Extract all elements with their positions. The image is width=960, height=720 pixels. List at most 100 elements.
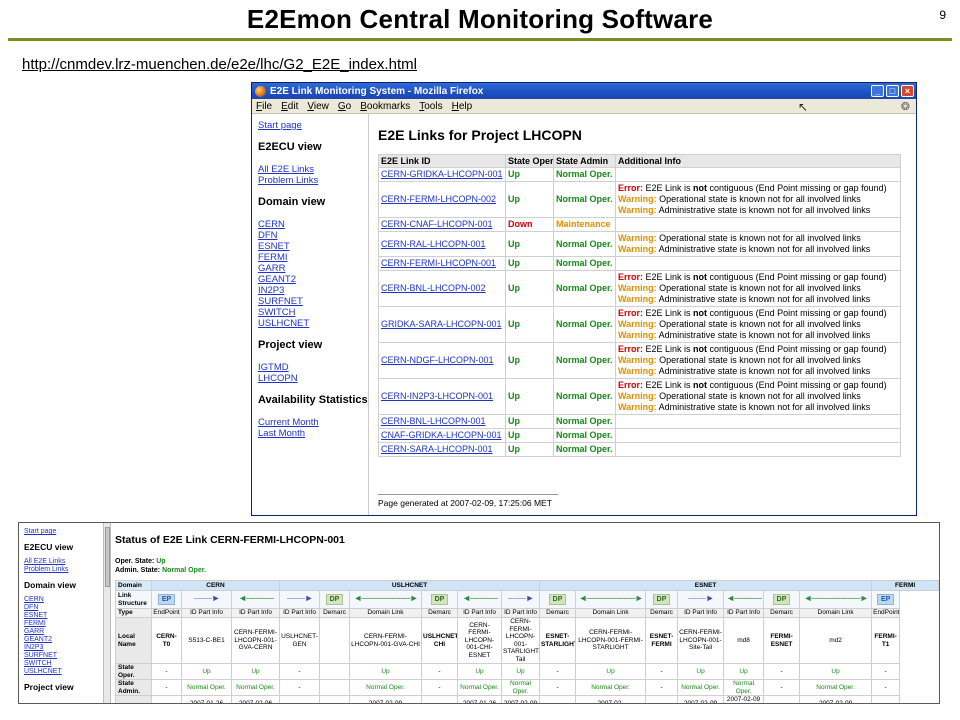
menu-file[interactable]: File — [256, 101, 272, 112]
type-cell: ID Part Info — [279, 608, 320, 618]
link-id-cern-in2p3-lhcopn-001[interactable]: CERN-IN2P3-LHCOPN-001 — [381, 391, 493, 401]
link-id-cern-ral-lhcopn-001[interactable]: CERN-RAL-LHCOPN-001 — [381, 239, 486, 249]
link-id-cern-fermi-lhcopn-002[interactable]: CERN-FERMI-LHCOPN-002 — [381, 194, 496, 204]
warning-text: Administrative state is known not for al… — [656, 366, 871, 376]
table-row: CERN-IN2P3-LHCOPN-001 Up Normal Oper. Error… — [378, 378, 901, 415]
status-nav-domain-surfnet[interactable]: SURFNET — [24, 652, 103, 660]
status-nav-link-problem-links[interactable]: Problem Links — [24, 566, 103, 574]
status-nav-domain-in2p3[interactable]: IN2P3 — [24, 644, 103, 652]
table-row: CERN-BNL-LHCOPN-002 Up Normal Oper. Error: … — [378, 270, 901, 307]
nav-domain-esnet[interactable]: ESNET — [258, 241, 368, 252]
domain-link-arrow-icon: ◄─────────► — [578, 593, 643, 604]
timestamp-cell: - — [645, 695, 679, 703]
menu-bookmarks[interactable]: Bookmarks — [360, 101, 410, 112]
nav-domain-uslhcnet[interactable]: USLHCNET — [258, 318, 368, 329]
state_admin-cell: - — [645, 679, 679, 696]
nav-project-lhcopn[interactable]: LHCOPN — [258, 373, 368, 384]
demarc-point-icon: DP — [772, 593, 791, 606]
link-id-cern-fermi-lhcopn-001[interactable]: CERN-FERMI-LHCOPN-001 — [381, 258, 496, 268]
info-admin: Warning: Administrative state is known n… — [618, 330, 898, 341]
error-text-post: contiguous (End Point missing or gap fou… — [707, 308, 887, 318]
status-nav-domain-fermi[interactable]: FERMI — [24, 620, 103, 628]
link-id-cern-sara-lhcopn-001[interactable]: CERN-SARA-LHCOPN-001 — [381, 444, 493, 454]
nav-domain-dfn[interactable]: DFN — [258, 230, 368, 241]
warning-text: Operational state is known not for all i… — [656, 355, 861, 365]
cell-link-id: CERN-NDGF-LHCOPN-001 — [378, 342, 506, 379]
demarc-point-icon: DP — [652, 593, 671, 606]
nav-start-page[interactable]: Start page — [258, 120, 368, 131]
structure-cell: ◄─────────► — [575, 590, 647, 609]
state_oper-cell: Up — [231, 663, 280, 680]
monitoring-url-link[interactable]: http://cnmdev.lrz-muenchen.de/e2e/lhc/G2… — [22, 56, 417, 73]
info-oper: Warning: Operational state is known not … — [618, 233, 898, 244]
nav-domain-fermi[interactable]: FERMI — [258, 252, 368, 263]
menu-go[interactable]: Go — [338, 101, 351, 112]
nav-domain-switch[interactable]: SWITCH — [258, 307, 368, 318]
close-button[interactable]: × — [901, 85, 914, 97]
status-nav-domain-geant2[interactable]: GEANT2 — [24, 636, 103, 644]
menu-view[interactable]: View — [307, 101, 329, 112]
cell-link-id: GRIDKA-SARA-LHCOPN-001 — [378, 306, 506, 343]
nav-domain-surfnet[interactable]: SURFNET — [258, 296, 368, 307]
local_name-cell: USLHCNET-CHI — [421, 617, 458, 664]
oper-state-label: Oper. State: — [115, 558, 155, 565]
link-id-cern-bnl-lhcopn-001[interactable]: CERN-BNL-LHCOPN-001 — [381, 416, 486, 426]
link-id-cern-gridka-lhcopn-001[interactable]: CERN-GRIDKA-LHCOPN-001 — [381, 169, 503, 179]
nav-domain-garr[interactable]: GARR — [258, 263, 368, 274]
link-id-cnaf-gridka-lhcopn-001[interactable]: CNAF-GRIDKA-LHCOPN-001 — [381, 430, 502, 440]
bidirectional-arrow-icon: ◄───── — [726, 593, 762, 604]
link-id-cern-bnl-lhcopn-002[interactable]: CERN-BNL-LHCOPN-002 — [381, 283, 486, 293]
cell-additional-info — [615, 428, 901, 443]
link-structure-table: Domain CERN USLHCNET ESNET FERMI Link Structu… — [115, 580, 939, 703]
nav-project-igtmd[interactable]: IGTMD — [258, 362, 368, 373]
local_name-cell: CERN-FERMI-LHCOPN-001-Site-Tail — [677, 617, 725, 664]
nav-availability-last-month[interactable]: Last Month — [258, 428, 368, 439]
info-admin: Warning: Administrative state is known n… — [618, 244, 898, 255]
cell-additional-info: Error: E2E Link is not contiguous (End P… — [615, 306, 901, 343]
cell-state-admin: Normal Oper. — [553, 231, 616, 257]
status-nav-start-page[interactable]: Start page — [24, 528, 103, 536]
info-error: Error: E2E Link is not contiguous (End P… — [618, 380, 898, 391]
info-error: Error: E2E Link is not contiguous (End P… — [618, 344, 898, 355]
maximize-button[interactable]: □ — [886, 85, 899, 97]
main-panel: E2E Links for Project LHCOPN E2E Link ID… — [376, 114, 916, 515]
type-cell: ID Part Info — [457, 608, 502, 618]
nav-link-all-e2e-links[interactable]: All E2E Links — [258, 164, 368, 175]
row-label-structure: Link Structure — [115, 590, 152, 609]
state_oper-cell: - — [151, 663, 182, 680]
status-summary: Oper. State: Up Admin. State: Normal Ope… — [115, 557, 206, 575]
column-header-state-oper: State Oper. — [505, 154, 554, 168]
minimize-button[interactable]: _ — [871, 85, 884, 97]
link-id-cern-ndgf-lhcopn-001[interactable]: CERN-NDGF-LHCOPN-001 — [381, 355, 494, 365]
link-id-cern-cnaf-lhcopn-001[interactable]: CERN-CNAF-LHCOPN-001 — [381, 219, 493, 229]
timestamp-cell — [319, 695, 350, 703]
status-nav-domain-cern[interactable]: CERN — [24, 596, 103, 604]
nav-availability-current-month[interactable]: Current Month — [258, 417, 368, 428]
state_oper-cell: Up — [723, 663, 765, 680]
nav-domain-geant2[interactable]: GEANT2 — [258, 274, 368, 285]
nav-scrollbar[interactable] — [103, 523, 111, 703]
status-nav-domain-esnet[interactable]: ESNET — [24, 612, 103, 620]
state_oper-cell: Up — [181, 663, 232, 680]
cell-state-oper: Up — [505, 342, 554, 379]
nav-heading-availability: Availability Statistics — [258, 394, 368, 406]
status-nav-domain-garr[interactable]: GARR — [24, 628, 103, 636]
nav-link-problem-links[interactable]: Problem Links — [258, 175, 368, 186]
link-id-gridka-sara-lhcopn-001[interactable]: GRIDKA-SARA-LHCOPN-001 — [381, 319, 502, 329]
status-nav-domain-switch[interactable]: SWITCH — [24, 660, 103, 668]
nav-domain-cern[interactable]: CERN — [258, 219, 368, 230]
warning-label: Warning: — [618, 244, 657, 254]
status-nav-domain-dfn[interactable]: DFN — [24, 604, 103, 612]
status-nav-link-all-e2e-links[interactable]: All E2E Links — [24, 558, 103, 566]
status-nav-domain-uslhcnet[interactable]: USLHCNET — [24, 668, 103, 676]
state_admin-cell: Normal Oper. — [500, 679, 541, 696]
window-titlebar[interactable]: E2E Link Monitoring System - Mozilla Fir… — [252, 83, 916, 99]
menu-edit[interactable]: Edit — [281, 101, 298, 112]
nav-domain-in2p3[interactable]: IN2P3 — [258, 285, 368, 296]
menu-tools[interactable]: Tools — [419, 101, 442, 112]
menu-help[interactable]: Help — [452, 101, 473, 112]
warning-label: Warning: — [618, 319, 657, 329]
demarc-point-icon: DP — [548, 593, 567, 606]
scrollbar-thumb[interactable] — [105, 527, 110, 587]
structure-cell: DP — [319, 590, 350, 609]
